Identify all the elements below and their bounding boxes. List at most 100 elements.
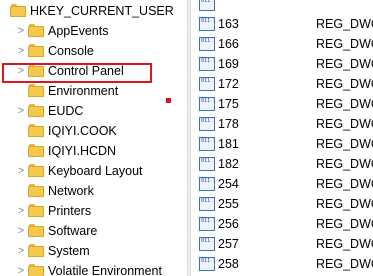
chevron-right-icon[interactable] xyxy=(16,121,26,141)
folder-icon xyxy=(10,4,26,17)
annotation-highlight-box xyxy=(2,63,152,83)
folder-icon xyxy=(28,124,44,137)
tree-root-hkey-current-user[interactable]: HKEY_CURRENT_USER xyxy=(0,1,187,21)
value-row[interactable]: 011 110258 REG_DWO xyxy=(191,254,373,274)
registry-value-icon: 011 110 xyxy=(199,0,215,11)
annotation-dot xyxy=(166,98,171,103)
value-name: 178 xyxy=(218,117,239,131)
folder-icon xyxy=(28,244,44,257)
registry-value-icon: 011 110 xyxy=(199,197,215,211)
tree-item[interactable]: Environment xyxy=(0,81,187,101)
value-type: REG_DWO xyxy=(316,97,373,111)
registry-value-icon: 011 110 xyxy=(199,57,215,71)
folder-icon xyxy=(28,104,44,117)
value-row[interactable]: 011 110169 REG_DWO xyxy=(191,54,373,74)
values-list[interactable]: 011 110011 110163REG_DWO011 110166REG_DW… xyxy=(191,0,373,276)
tree-item-label: Volatile Environment xyxy=(48,264,162,276)
registry-value-icon: 011 110 xyxy=(199,257,215,271)
tree-item[interactable]: > AppEvents xyxy=(0,21,187,41)
chevron-right-icon[interactable] xyxy=(16,81,26,101)
value-row[interactable]: 011 110255 REG_DWO xyxy=(191,194,373,214)
registry-value-icon: 011 110 xyxy=(199,117,215,131)
chevron-right-icon[interactable]: > xyxy=(16,21,26,41)
tree-item-label: IQIYI.COOK xyxy=(48,124,117,138)
tree-item-label: Keyboard Layout xyxy=(48,164,143,178)
value-name: 175 xyxy=(218,97,239,111)
value-row[interactable]: 011 110182 REG_DWO xyxy=(191,154,373,174)
folder-icon xyxy=(28,264,44,276)
value-name: 182 xyxy=(218,157,239,171)
folder-icon xyxy=(28,184,44,197)
tree-item-label: Network xyxy=(48,184,94,198)
folder-icon xyxy=(28,24,44,37)
folder-icon xyxy=(28,44,44,57)
chevron-right-icon[interactable]: > xyxy=(16,261,26,276)
tree-item[interactable]: > EUDC xyxy=(0,101,187,121)
tree-item-label: EUDC xyxy=(48,104,84,118)
value-name: 166 xyxy=(218,37,239,51)
registry-value-icon: 011 110 xyxy=(199,37,215,51)
registry-value-icon: 011 110 xyxy=(199,177,215,191)
tree-item[interactable]: > Software xyxy=(0,221,187,241)
tree-item-label: Environment xyxy=(48,84,119,98)
chevron-right-icon[interactable]: > xyxy=(16,241,26,261)
value-type: REG_DWO xyxy=(316,157,373,171)
value-row[interactable]: 011 110257 REG_DWO xyxy=(191,234,373,254)
registry-tree[interactable]: HKEY_CURRENT_USER > AppEvents > Console > Cont… xyxy=(0,0,187,276)
registry-value-icon: 011 110 xyxy=(199,97,215,111)
folder-icon xyxy=(28,144,44,157)
tree-item[interactable]: > Console xyxy=(0,41,187,61)
tree-item-label: Printers xyxy=(48,204,92,218)
tree-item[interactable]: IQIYI.COOK xyxy=(0,121,187,141)
value-name: 258 xyxy=(218,257,239,271)
value-type: REG_DWO xyxy=(316,117,373,131)
value-row[interactable]: 011 110 xyxy=(191,0,373,14)
value-type: REG_DWO xyxy=(316,217,373,231)
value-row[interactable]: 011 110175 REG_DWO xyxy=(191,94,373,114)
value-type: REG_DWO xyxy=(316,137,373,151)
value-row[interactable]: 011 110178 REG_DWO xyxy=(191,114,373,134)
chevron-right-icon[interactable]: > xyxy=(16,201,26,221)
value-name: 181 xyxy=(218,137,239,151)
registry-value-icon: 011 110 xyxy=(199,217,215,231)
chevron-right-icon[interactable] xyxy=(16,141,26,161)
value-row[interactable]: 011 110254 REG_DWO xyxy=(191,174,373,194)
tree-item[interactable]: IQIYI.HCDN xyxy=(0,141,187,161)
tree-item-label: IQIYI.HCDN xyxy=(48,144,117,158)
chevron-right-icon[interactable]: > xyxy=(16,221,26,241)
registry-value-icon: 011 110 xyxy=(199,17,215,31)
value-type: REG_DWO xyxy=(316,37,373,51)
value-row[interactable]: 011 110181 REG_DWO xyxy=(191,134,373,154)
registry-value-icon: 011 110 xyxy=(199,157,215,171)
value-type: REG_DWO xyxy=(316,177,373,191)
chevron-right-icon[interactable]: > xyxy=(16,41,26,61)
chevron-right-icon[interactable] xyxy=(16,181,26,201)
registry-value-icon: 011 110 xyxy=(199,237,215,251)
folder-icon xyxy=(28,84,44,97)
tree-item[interactable]: > Printers xyxy=(0,201,187,221)
value-name: 169 xyxy=(218,57,239,71)
folder-icon xyxy=(28,224,44,237)
value-type: REG_DWO xyxy=(316,197,373,211)
value-row[interactable]: 011 110166 REG_DWO xyxy=(191,34,373,54)
registry-value-icon: 011 110 xyxy=(199,137,215,151)
tree-item[interactable]: > Keyboard Layout xyxy=(0,161,187,181)
tree-item[interactable]: Network xyxy=(0,181,187,201)
value-name: 172 xyxy=(218,77,239,91)
value-row[interactable]: 011 110163 REG_DWO xyxy=(191,14,373,34)
value-name: 254 xyxy=(218,177,239,191)
value-name: 257 xyxy=(218,237,239,251)
folder-icon xyxy=(28,204,44,217)
value-row[interactable]: 011 110172 REG_DWO xyxy=(191,74,373,94)
chevron-right-icon[interactable]: > xyxy=(16,101,26,121)
value-type: REG_DWO xyxy=(316,237,373,251)
value-name: 256 xyxy=(218,217,239,231)
value-name: 255 xyxy=(218,197,239,211)
tree-item-label: HKEY_CURRENT_USER xyxy=(30,4,174,18)
tree-item[interactable]: > Volatile Environment xyxy=(0,261,187,276)
chevron-right-icon[interactable]: > xyxy=(16,161,26,181)
value-row[interactable]: 011 110256 REG_DWO xyxy=(191,214,373,234)
registry-value-icon: 011 110 xyxy=(199,77,215,91)
tree-item-label: AppEvents xyxy=(48,24,109,38)
tree-item[interactable]: > System xyxy=(0,241,187,261)
